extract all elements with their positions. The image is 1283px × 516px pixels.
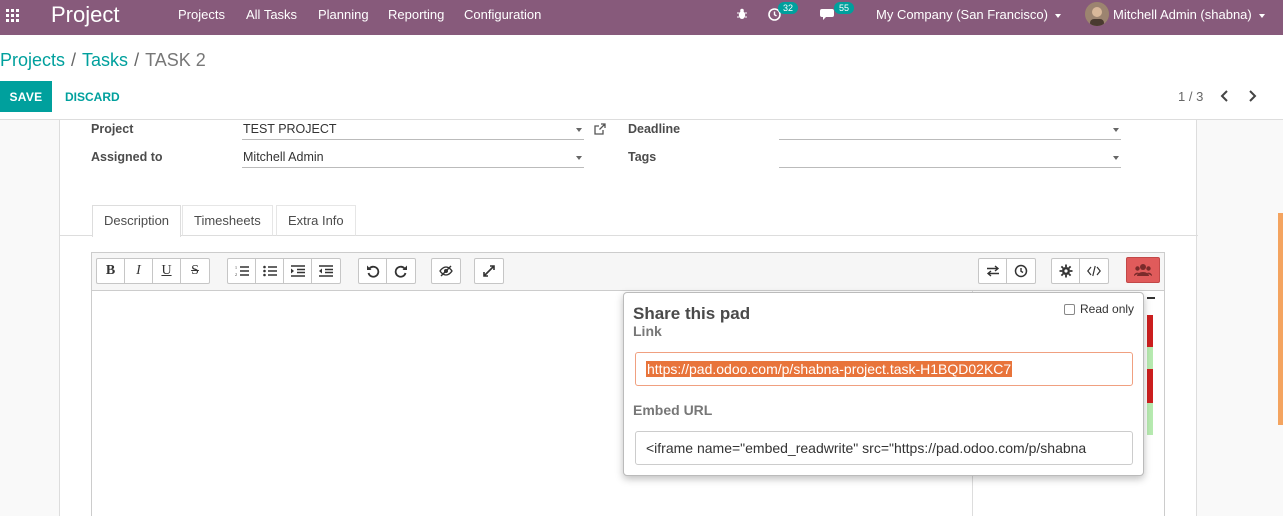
ordered-list-icon[interactable]: 12 [228,259,256,283]
activity-clock-icon[interactable]: 32 [768,2,799,24]
tab-timesheets[interactable]: Timesheets [182,205,273,236]
pager-next-icon[interactable] [1245,89,1259,103]
share-title: Share this pad [633,304,751,323]
author-color-strip [1147,369,1153,403]
gear-icon[interactable] [1052,259,1080,283]
font-style-group: B I U S [96,258,210,284]
user-caret-icon [1258,13,1265,18]
settings-group [1051,258,1109,284]
link-label: Link [633,323,662,339]
share-pad-popover: Share this pad Read only Link https://pa… [623,292,1144,476]
indent-icon[interactable] [284,259,312,283]
save-button[interactable]: SAVE [0,81,52,112]
assigned-value: Mitchell Admin [243,150,324,164]
form-tabs: Description Timesheets Extra Info [60,204,1198,237]
editor-toolbar: B I U S 12 [92,253,1164,291]
message-count-badge: 55 [834,2,855,14]
breadcrumb-current: TASK 2 [145,50,206,70]
menu-projects[interactable]: Projects [178,7,225,22]
bullet-list-icon[interactable] [256,259,284,283]
breadcrumb: Projects / Tasks / TASK 2 [0,50,206,71]
group-users-icon [1134,264,1152,276]
redo-icon[interactable] [387,259,415,283]
svg-text:2: 2 [235,272,237,277]
strikethrough-button[interactable]: S [181,259,209,283]
control-panel: Projects / Tasks / TASK 2 SAVE DISCARD 1 / 3 [0,35,1283,120]
embed-url-label: Embed URL [633,402,713,418]
sync-group [978,258,1036,284]
embed-url-value: <iframe name="embed_readwrite" src="http… [646,440,1087,456]
project-value: TEST PROJECT [243,122,337,136]
fullscreen-icon[interactable] [475,259,503,283]
link-value: https://pad.odoo.com/p/shabna-project.ta… [646,361,1013,377]
visibility-group [431,258,461,284]
read-only-checkbox[interactable] [1064,303,1075,315]
top-navbar: Project Projects All Tasks Planning Repo… [0,0,1283,35]
breadcrumb-separator: / [71,50,77,70]
project-dropdown-icon [576,128,582,132]
embed-url-input[interactable]: <iframe name="embed_readwrite" src="http… [635,431,1133,465]
messages-chat-icon[interactable]: 55 [820,2,855,24]
pager-prev-icon[interactable] [1218,89,1232,103]
company-caret-icon [1054,13,1061,18]
assigned-label: Assigned to [91,150,163,164]
menu-configuration[interactable]: Configuration [464,7,541,22]
svg-text:1: 1 [235,265,237,270]
outdent-icon[interactable] [312,259,340,283]
tab-description[interactable]: Description [92,205,182,237]
tags-field[interactable] [779,148,1121,168]
list-group: 12 [227,258,341,284]
tags-label: Tags [628,150,657,164]
author-color-strip [1147,315,1153,347]
author-color-strip [1147,403,1153,435]
code-view-icon[interactable] [1080,259,1108,283]
deadline-field[interactable] [779,120,1121,140]
debug-bug-icon[interactable] [736,8,748,23]
user-avatar[interactable] [1085,2,1109,26]
fullscreen-group [474,258,504,284]
project-field[interactable]: TEST PROJECT [242,120,584,140]
panel-minus-icon[interactable] [1147,297,1155,299]
author-color-strip [1147,347,1153,369]
deadline-label: Deadline [628,122,681,136]
breadcrumb-projects[interactable]: Projects [0,50,65,70]
history-clock-icon[interactable] [1007,259,1035,283]
external-link-icon[interactable] [594,123,606,135]
undo-icon[interactable] [359,259,387,283]
breadcrumb-separator: / [134,50,140,70]
activity-count-badge: 32 [778,2,799,14]
assigned-dropdown-icon [576,156,582,160]
menu-reporting[interactable]: Reporting [388,7,444,22]
underline-button[interactable]: U [153,259,181,283]
swap-icon[interactable] [979,259,1007,283]
bold-button[interactable]: B [97,259,125,283]
user-menu[interactable]: Mitchell Admin (shabna) [1113,7,1265,22]
menu-planning[interactable]: Planning [318,7,369,22]
history-group [358,258,416,284]
collaborative-pad-button[interactable] [1126,257,1160,283]
tags-dropdown-icon [1113,156,1119,160]
page-scroll-indicator [1278,213,1283,425]
apps-grid-icon[interactable] [6,9,20,23]
company-name: My Company (San Francisco) [876,7,1048,22]
assigned-field[interactable]: Mitchell Admin [242,148,584,168]
user-name: Mitchell Admin (shabna) [1113,7,1252,22]
link-input[interactable]: https://pad.odoo.com/p/shabna-project.ta… [635,352,1133,386]
read-only-label: Read only [1080,302,1135,316]
menu-all-tasks[interactable]: All Tasks [246,7,297,22]
read-only-toggle[interactable]: Read only [1064,302,1134,316]
project-label: Project [91,122,134,136]
breadcrumb-tasks[interactable]: Tasks [82,50,128,70]
pager-value: 1 / 3 [1178,89,1204,104]
app-title: Project [51,2,120,27]
company-switcher[interactable]: My Company (San Francisco) [876,7,1061,22]
deadline-dropdown-icon [1113,128,1119,132]
eye-slash-icon[interactable] [432,259,460,283]
italic-button[interactable]: I [125,259,153,283]
discard-button[interactable]: DISCARD [58,81,127,112]
tab-extra-info[interactable]: Extra Info [276,205,356,236]
